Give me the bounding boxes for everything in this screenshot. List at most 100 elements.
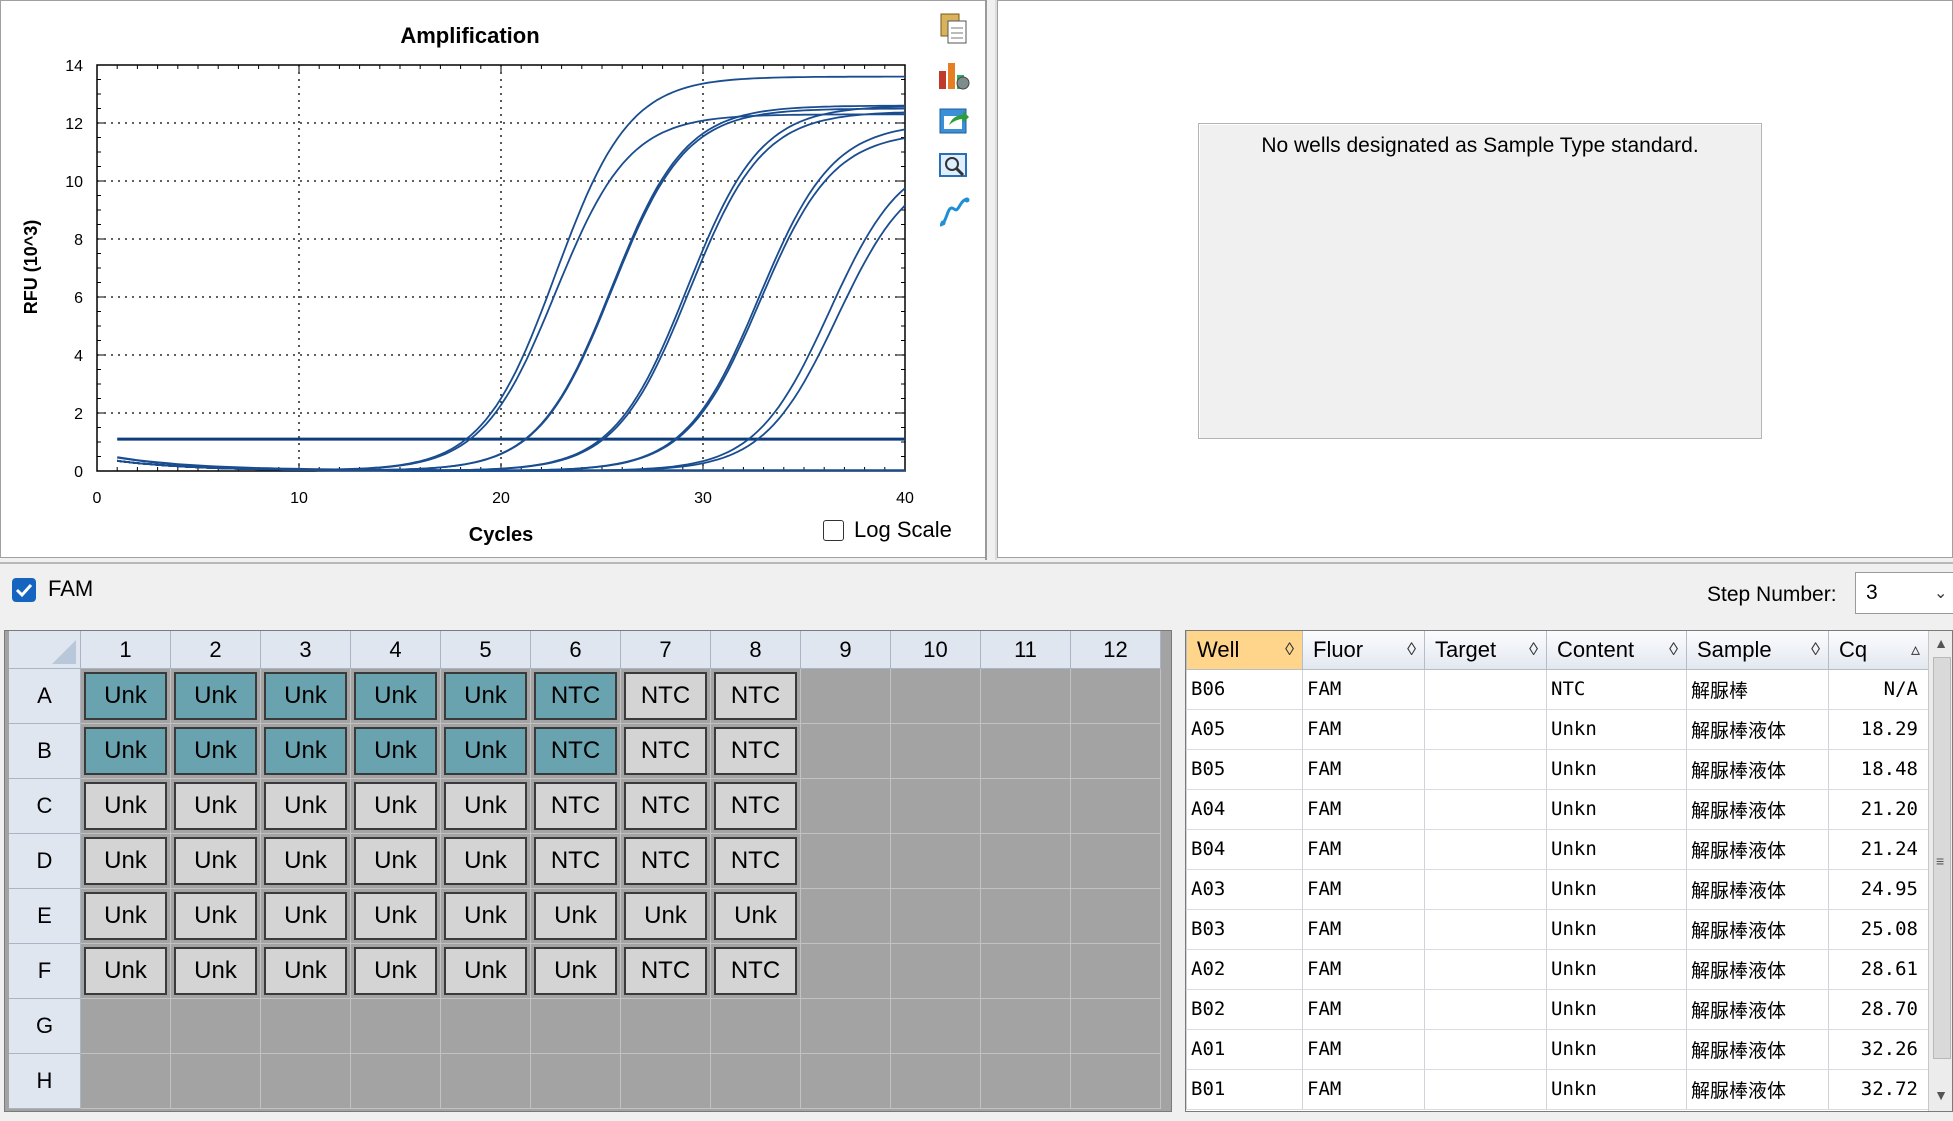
plate-row-header[interactable]: B	[9, 724, 81, 779]
plate-well[interactable]: Unk	[441, 669, 531, 724]
plate-row-header[interactable]: F	[9, 944, 81, 999]
plate-row-header[interactable]: D	[9, 834, 81, 889]
plate-well[interactable]	[171, 999, 261, 1054]
plate-well[interactable]: Unk	[351, 889, 441, 944]
plate-well[interactable]	[1071, 834, 1161, 889]
plate-well[interactable]	[261, 1054, 351, 1109]
plate-well[interactable]	[891, 889, 981, 944]
plate-well[interactable]	[801, 834, 891, 889]
plate-well[interactable]: Unk	[351, 724, 441, 779]
plate-column-header[interactable]: 5	[441, 631, 531, 669]
plate-well[interactable]: Unk	[81, 724, 171, 779]
chart-settings-icon[interactable]	[937, 57, 971, 91]
zoom-icon[interactable]	[937, 149, 971, 183]
plate-well[interactable]	[801, 779, 891, 834]
plate-row-header[interactable]: C	[9, 779, 81, 834]
plate-well[interactable]: Unk	[441, 889, 531, 944]
table-row[interactable]: B02 FAM Unkn 解脲棒液体 28.70	[1186, 989, 1929, 1030]
plate-well[interactable]: Unk	[621, 889, 711, 944]
plate-well[interactable]	[621, 999, 711, 1054]
table-row[interactable]: B03 FAM Unkn 解脲棒液体 25.08	[1186, 909, 1929, 950]
table-row[interactable]: B04 FAM Unkn 解脲棒液体 21.24	[1186, 829, 1929, 870]
plate-well[interactable]: Unk	[351, 944, 441, 999]
plate-well[interactable]	[801, 944, 891, 999]
plate-well[interactable]: NTC	[711, 834, 801, 889]
plate-well[interactable]: Unk	[81, 834, 171, 889]
plate-row-header[interactable]: A	[9, 669, 81, 724]
plate-well[interactable]	[351, 999, 441, 1054]
plate-well[interactable]: NTC	[621, 779, 711, 834]
log-scale-checkbox[interactable]	[823, 519, 844, 541]
copy-icon[interactable]	[937, 11, 971, 45]
plate-well[interactable]	[981, 779, 1071, 834]
table-row[interactable]: A02 FAM Unkn 解脲棒液体 28.61	[1186, 949, 1929, 990]
plate-well[interactable]	[981, 1054, 1071, 1109]
plate-well[interactable]: Unk	[171, 669, 261, 724]
plate-well[interactable]	[891, 944, 981, 999]
plate-well[interactable]	[711, 1054, 801, 1109]
plate-well[interactable]	[891, 724, 981, 779]
plate-well[interactable]: Unk	[441, 834, 531, 889]
plate-well[interactable]	[171, 1054, 261, 1109]
plate-well[interactable]	[81, 1054, 171, 1109]
column-header-content[interactable]: Content ◊	[1546, 631, 1687, 670]
plate-well[interactable]	[531, 999, 621, 1054]
plate-well[interactable]: Unk	[81, 889, 171, 944]
plate-well[interactable]: NTC	[531, 779, 621, 834]
plate-well[interactable]	[441, 999, 531, 1054]
plate-well[interactable]: Unk	[261, 669, 351, 724]
log-scale-toggle[interactable]: Log Scale	[823, 515, 952, 545]
plate-well[interactable]: Unk	[171, 779, 261, 834]
plate-well[interactable]: Unk	[171, 944, 261, 999]
plate-well[interactable]: NTC	[531, 834, 621, 889]
plate-well[interactable]	[531, 1054, 621, 1109]
plate-well[interactable]	[981, 724, 1071, 779]
plate-well[interactable]: NTC	[711, 779, 801, 834]
column-header-sample[interactable]: Sample ◊	[1686, 631, 1829, 670]
plate-well[interactable]: NTC	[621, 944, 711, 999]
plate-well[interactable]: Unk	[261, 724, 351, 779]
plate-well[interactable]	[801, 669, 891, 724]
plate-well[interactable]	[1071, 724, 1161, 779]
column-header-target[interactable]: Target ◊	[1424, 631, 1547, 670]
plate-well[interactable]	[981, 834, 1071, 889]
sort-icon[interactable]: ◊	[1407, 639, 1416, 660]
plate-well[interactable]	[711, 999, 801, 1054]
plate-well[interactable]: Unk	[81, 669, 171, 724]
table-row[interactable]: B05 FAM Unkn 解脲棒液体 18.48	[1186, 749, 1929, 790]
plate-well[interactable]: Unk	[261, 944, 351, 999]
table-row[interactable]: A03 FAM Unkn 解脲棒液体 24.95	[1186, 869, 1929, 910]
scroll-thumb[interactable]: ≡	[1933, 657, 1951, 1059]
plate-well[interactable]	[891, 999, 981, 1054]
sort-icon[interactable]: ◊	[1811, 639, 1820, 660]
plate-well[interactable]	[1071, 944, 1161, 999]
plate-well[interactable]: Unk	[441, 779, 531, 834]
plate-well[interactable]	[621, 1054, 711, 1109]
sort-icon[interactable]: ◊	[1529, 639, 1538, 660]
plate-column-header[interactable]: 4	[351, 631, 441, 669]
plate-well[interactable]: Unk	[261, 834, 351, 889]
plate-well[interactable]: NTC	[711, 944, 801, 999]
plate-well[interactable]: Unk	[171, 889, 261, 944]
plate-well[interactable]: NTC	[621, 724, 711, 779]
plate-well[interactable]: Unk	[261, 779, 351, 834]
plate-well[interactable]: Unk	[351, 669, 441, 724]
plate-column-header[interactable]: 10	[891, 631, 981, 669]
plate-well[interactable]	[891, 834, 981, 889]
plate-column-header[interactable]: 11	[981, 631, 1071, 669]
plate-well[interactable]: Unk	[441, 944, 531, 999]
plate-well[interactable]: NTC	[531, 669, 621, 724]
curve-icon[interactable]	[937, 195, 971, 229]
column-header-cq[interactable]: Cq ▵	[1828, 631, 1929, 670]
column-header-fluor[interactable]: Fluor ◊	[1302, 631, 1425, 670]
plate-column-header[interactable]: 3	[261, 631, 351, 669]
plate-well[interactable]: Unk	[81, 779, 171, 834]
plate-well[interactable]	[351, 1054, 441, 1109]
plate-well[interactable]: Unk	[351, 834, 441, 889]
plate-well[interactable]: Unk	[171, 724, 261, 779]
plate-row-header[interactable]: H	[9, 1054, 81, 1109]
plate-well[interactable]: Unk	[171, 834, 261, 889]
fam-checkbox[interactable]	[12, 578, 36, 602]
plate-well[interactable]: NTC	[711, 724, 801, 779]
plate-well[interactable]: Unk	[81, 944, 171, 999]
